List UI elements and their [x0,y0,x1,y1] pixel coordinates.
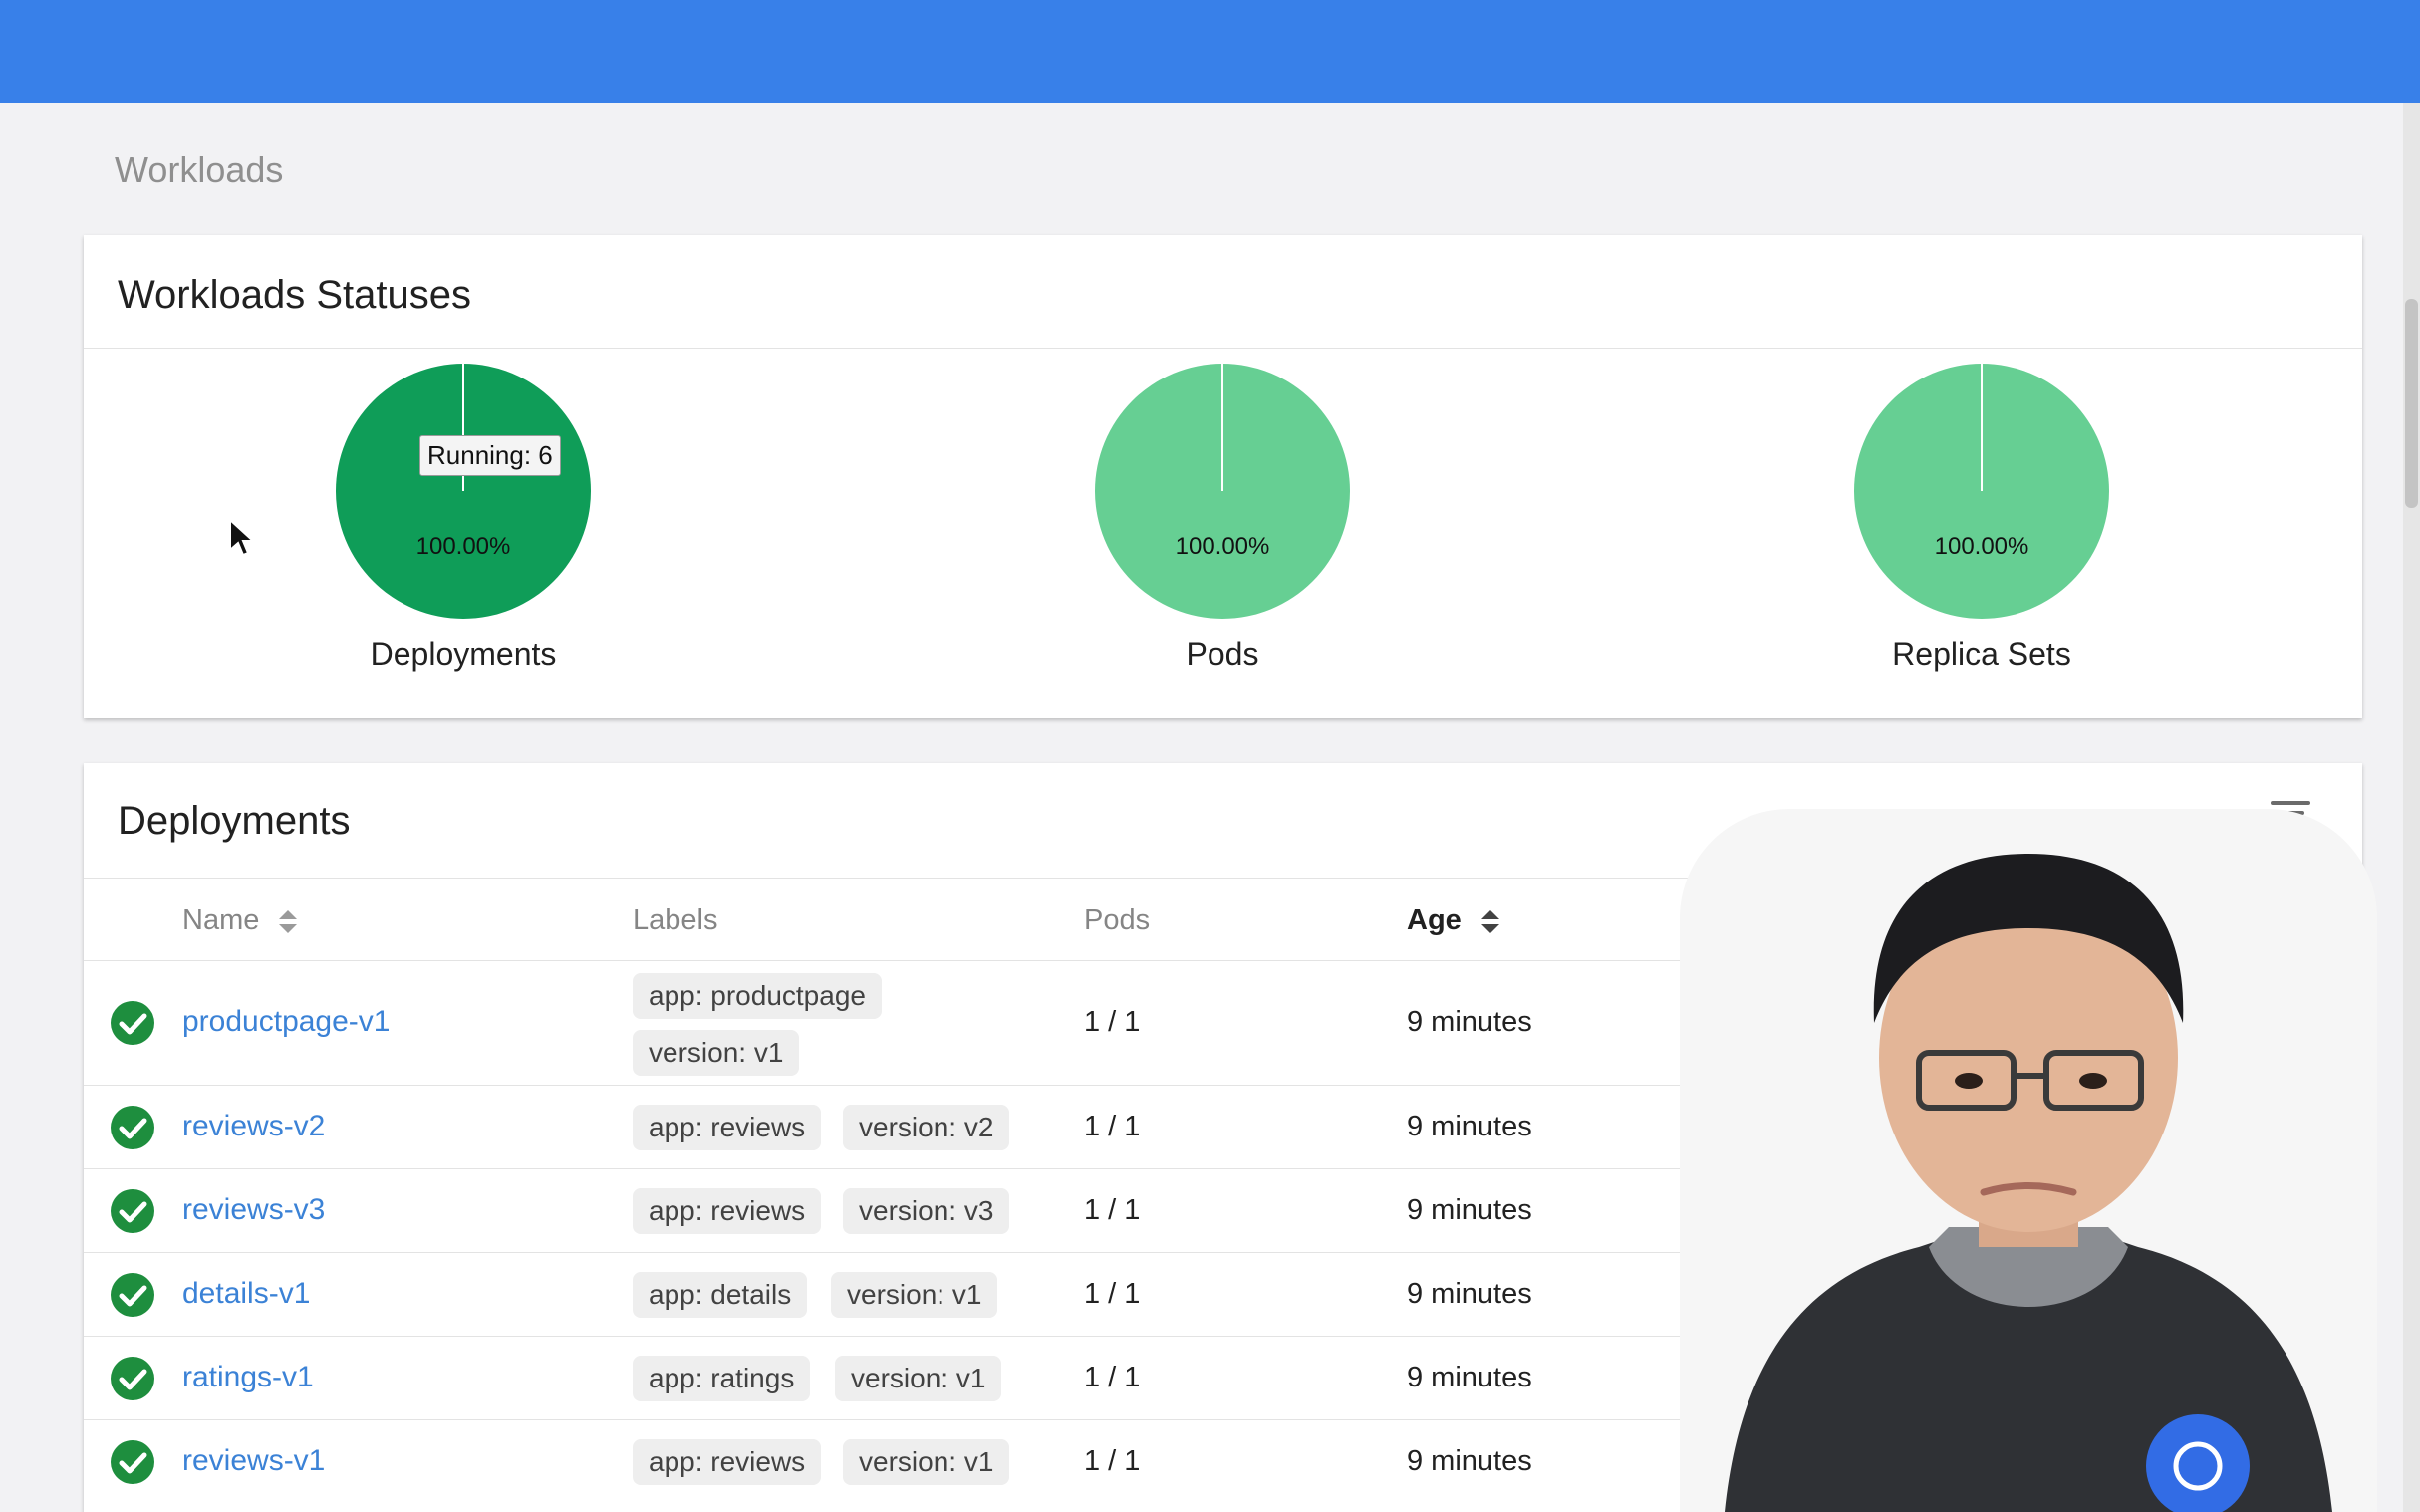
pods-count: 1 / 1 [1084,1362,1141,1393]
label-chip: version: v2 [843,1105,1010,1150]
age-value: 9 minutes [1407,1111,1532,1142]
age-value: 9 minutes [1407,1362,1532,1393]
check-circle-icon [111,1440,154,1484]
replicasets-pie-chart[interactable]: 100.00% [1854,364,2109,619]
top-app-bar [0,0,2420,103]
label-chip: version: v1 [835,1356,1002,1401]
label-chip: app: reviews [633,1105,822,1150]
label-chip: version: v1 [831,1272,998,1318]
deployment-name-link[interactable]: reviews-v1 [182,1444,325,1478]
check-circle-icon [111,1106,154,1149]
column-header-name[interactable]: Name [182,904,298,937]
label-chip: version: v3 [843,1188,1010,1234]
label-chip: app: productpage [633,973,882,1019]
label-chip: app: ratings [633,1356,811,1401]
replicasets-percent-label: 100.00% [1935,533,2029,560]
label-chip: app: reviews [633,1188,822,1234]
card-divider [84,348,2362,349]
column-header-pods: Pods [1084,904,1151,936]
deployments-pie-chart[interactable]: 100.00% [336,364,591,619]
column-header-age[interactable]: Age [1407,904,1499,937]
pods-percent-label: 100.00% [1176,533,1270,560]
check-circle-icon [111,1357,154,1400]
deployment-name-link[interactable]: reviews-v2 [182,1110,325,1143]
presenter-video-overlay [1680,809,2377,1512]
sort-icon[interactable] [1480,909,1499,933]
deployments-percent-label: 100.00% [416,533,511,560]
deployments-card-title: Deployments [118,799,351,843]
deployment-name-link[interactable]: reviews-v3 [182,1193,325,1227]
breadcrumb[interactable]: Workloads [115,149,283,191]
pods-count: 1 / 1 [1084,1278,1141,1310]
label-chip: app: reviews [633,1439,822,1485]
pods-count: 1 / 1 [1084,1006,1141,1038]
check-circle-icon [111,1273,154,1317]
presenter-figure [1725,854,2332,1512]
pods-pie-label: Pods [1186,636,1259,672]
deployment-name-link[interactable]: productpage-v1 [182,1005,390,1039]
check-circle-icon [111,1189,154,1233]
pie-tooltip: Running: 6 [419,435,561,476]
pods-count: 1 / 1 [1084,1111,1141,1142]
deployments-pie-label: Deployments [370,636,557,672]
age-value: 9 minutes [1407,1278,1532,1310]
pods-count: 1 / 1 [1084,1445,1141,1477]
age-value: 9 minutes [1407,1445,1532,1477]
check-circle-icon [111,1001,154,1045]
age-value: 9 minutes [1407,1006,1532,1038]
pods-pie-chart[interactable]: 100.00% [1095,364,1350,619]
pods-pie-block: 100.00% Pods [1073,364,1372,673]
label-chip: version: v1 [633,1030,800,1076]
mouse-cursor-icon [229,518,254,557]
workloads-statuses-card: Workloads Statuses 100.00% Running: 6 De… [84,235,2362,718]
replicasets-pie-label: Replica Sets [1892,636,2071,672]
column-header-labels: Labels [633,904,718,936]
statuses-card-title: Workloads Statuses [118,273,471,317]
label-chip: app: details [633,1272,808,1318]
scrollbar-thumb[interactable] [2405,299,2418,508]
deployment-name-link[interactable]: details-v1 [182,1277,310,1311]
pods-count: 1 / 1 [1084,1194,1141,1226]
sort-icon[interactable] [279,909,298,933]
deployments-pie-block: 100.00% Running: 6 Deployments [314,364,613,673]
label-chip: version: v1 [843,1439,1010,1485]
replicasets-pie-block: 100.00% Replica Sets [1832,364,2131,673]
age-value: 9 minutes [1407,1194,1532,1226]
deployment-name-link[interactable]: ratings-v1 [182,1361,314,1394]
